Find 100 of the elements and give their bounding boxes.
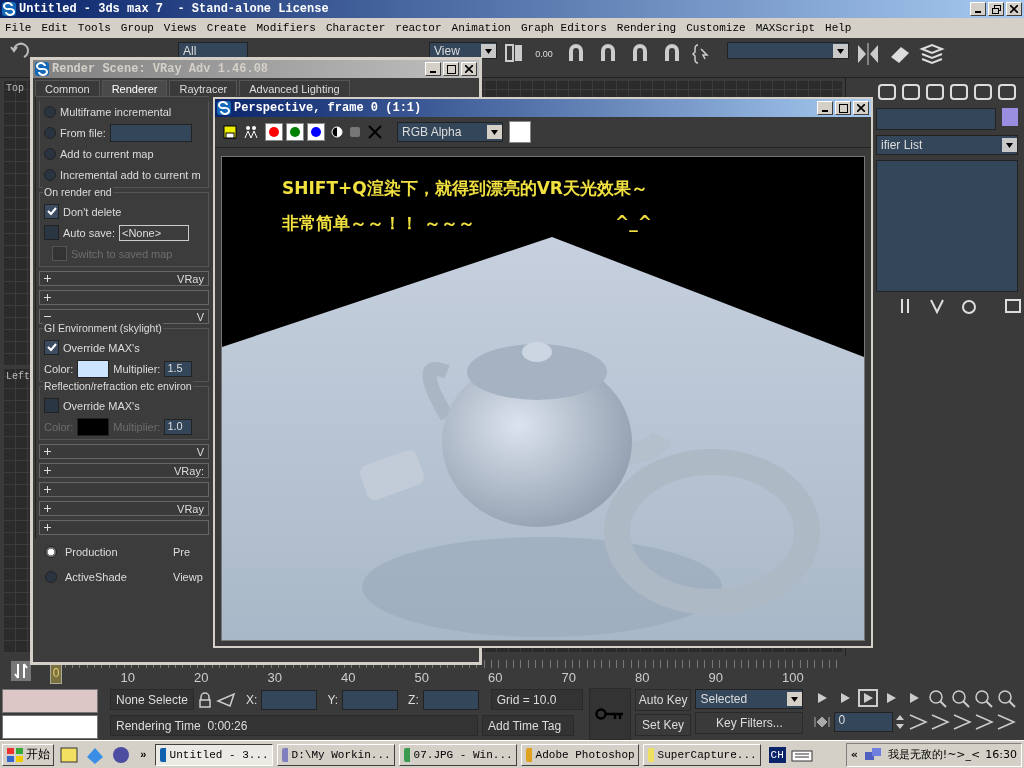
menu-item[interactable]: reactor [390, 22, 447, 34]
menu-item[interactable]: Customize [681, 22, 751, 34]
minimize-button[interactable] [425, 62, 441, 76]
radio-button[interactable] [45, 570, 57, 583]
maxscript-output-field[interactable] [2, 715, 98, 739]
tab[interactable]: Raytracer [169, 80, 238, 96]
rollout-header[interactable]: VRay: [39, 463, 209, 478]
radio-button[interactable] [44, 105, 56, 118]
reference-coordinate-dropdown[interactable]: View [429, 42, 497, 59]
minimize-button[interactable] [970, 2, 986, 16]
checkbox[interactable] [44, 225, 59, 240]
close-button[interactable] [853, 101, 869, 115]
auto-save-path-field[interactable]: <None> [119, 224, 189, 241]
taskbar-task-button[interactable]: Untitled - 3... [154, 743, 273, 766]
key-filters-button[interactable]: Key Filters... [695, 712, 804, 734]
menu-item[interactable]: File [0, 22, 37, 34]
menu-item[interactable]: Edit [36, 22, 73, 34]
mirror-icon[interactable] [855, 41, 881, 67]
zoom-icon[interactable] [995, 688, 1018, 708]
panel-tab-icon[interactable] [948, 81, 968, 103]
close-button[interactable] [461, 62, 477, 76]
panel-tab-icon[interactable] [900, 81, 920, 103]
menu-item[interactable]: Animation [446, 22, 516, 34]
radio-button[interactable] [44, 147, 56, 160]
play-icon[interactable] [857, 688, 880, 708]
configure-icon[interactable] [1004, 297, 1022, 315]
multiplier-field[interactable]: 1.5 [164, 360, 193, 377]
quick-launch-icon[interactable] [110, 744, 132, 765]
menu-item[interactable]: Modifiers [251, 22, 321, 34]
clone-icon[interactable] [243, 125, 259, 139]
channel-toggle[interactable] [286, 123, 304, 141]
color-swatch[interactable] [77, 359, 110, 378]
channel-toggle[interactable] [307, 123, 325, 141]
taskbar-task-button[interactable]: Adobe Photoshop [520, 743, 639, 766]
menu-item[interactable]: Help [820, 22, 857, 34]
radio-button[interactable] [44, 168, 56, 181]
modifier-list-dropdown[interactable]: ifier List [876, 135, 1018, 155]
menu-item[interactable]: Views [158, 22, 202, 34]
object-name-field[interactable] [876, 108, 996, 130]
viewport-label[interactable]: Top [6, 83, 24, 94]
key-mode-dropdown[interactable]: Selected [695, 689, 804, 709]
rollout-header[interactable]: VRay [39, 271, 209, 286]
current-frame-field[interactable]: 0 [834, 712, 894, 732]
menu-item[interactable]: Rendering [611, 22, 682, 34]
zoom-icon[interactable] [926, 688, 949, 708]
menu-item[interactable]: Graph Editors [515, 22, 612, 34]
y-coordinate-field[interactable] [342, 689, 399, 710]
menu-item[interactable]: Tools [72, 22, 116, 34]
rollout-header[interactable]: V [39, 309, 209, 324]
menu-item[interactable]: Character [320, 22, 391, 34]
maximize-button[interactable] [835, 101, 851, 115]
viewport-label[interactable]: Left [6, 370, 30, 382]
zoom-icon[interactable] [949, 688, 972, 708]
spinner-snap-button[interactable]: 0.00 [531, 41, 557, 67]
panel-tab-icon[interactable] [996, 81, 1016, 103]
channel-toggle[interactable] [265, 123, 283, 141]
channel-dropdown[interactable]: RGB Alpha [397, 122, 503, 142]
file-path-field[interactable] [109, 123, 192, 142]
tray-expand-button[interactable]: « [850, 748, 858, 761]
rollout-header[interactable]: VRay [39, 501, 209, 516]
x-coordinate-field[interactable] [261, 689, 318, 710]
add-time-tag-button[interactable]: Add Time Tag [482, 715, 574, 736]
maximize-button[interactable] [988, 2, 1004, 16]
lock-icon[interactable] [198, 691, 213, 708]
tab[interactable]: Advanced Lighting [239, 80, 350, 96]
tab[interactable]: Renderer [101, 80, 168, 96]
panel-tab-icon[interactable] [924, 81, 944, 103]
menu-item[interactable]: MAXScript [750, 22, 821, 34]
minimize-button[interactable] [817, 101, 833, 115]
language-indicator[interactable]: CH [768, 746, 786, 763]
transform-mode-icon[interactable] [216, 691, 237, 708]
radio-button[interactable] [44, 126, 56, 139]
radio-button[interactable] [45, 545, 57, 558]
menu-item[interactable]: Create [201, 22, 252, 34]
save-icon[interactable] [223, 125, 237, 139]
z-coordinate-field[interactable] [422, 689, 479, 710]
auto-key-button[interactable]: Auto Key [634, 689, 692, 711]
checkbox[interactable] [44, 204, 59, 219]
maxscript-listener-field[interactable] [2, 689, 98, 713]
layers-icon[interactable] [919, 41, 945, 67]
taskbar-task-button[interactable]: SuperCapture... [642, 743, 761, 766]
object-color-swatch[interactable] [1002, 108, 1018, 126]
set-key-button[interactable]: Set Key [634, 714, 692, 736]
taskbar-task-button[interactable]: 07.JPG - Win... [398, 743, 517, 766]
tab[interactable]: Common [35, 80, 100, 96]
zoom-icon[interactable] [972, 688, 995, 708]
quick-launch-icon[interactable] [58, 744, 80, 765]
named-selection-dropdown[interactable] [727, 42, 849, 59]
taskbar-task-button[interactable]: D:\My Workin... [276, 743, 395, 766]
panel-tab-icon[interactable] [876, 81, 896, 103]
close-button[interactable] [1006, 2, 1022, 16]
mono-icon[interactable] [331, 126, 343, 138]
menu-item[interactable]: Group [115, 22, 159, 34]
maximize-button[interactable] [443, 62, 459, 76]
panel-tab-icon[interactable] [972, 81, 992, 103]
quick-launch-more-button[interactable]: » [140, 748, 147, 761]
time-config-icon[interactable] [10, 660, 32, 682]
start-button[interactable]: 开始 [2, 743, 54, 766]
checkbox[interactable] [44, 340, 59, 355]
rollout-header[interactable]: V [39, 444, 209, 459]
